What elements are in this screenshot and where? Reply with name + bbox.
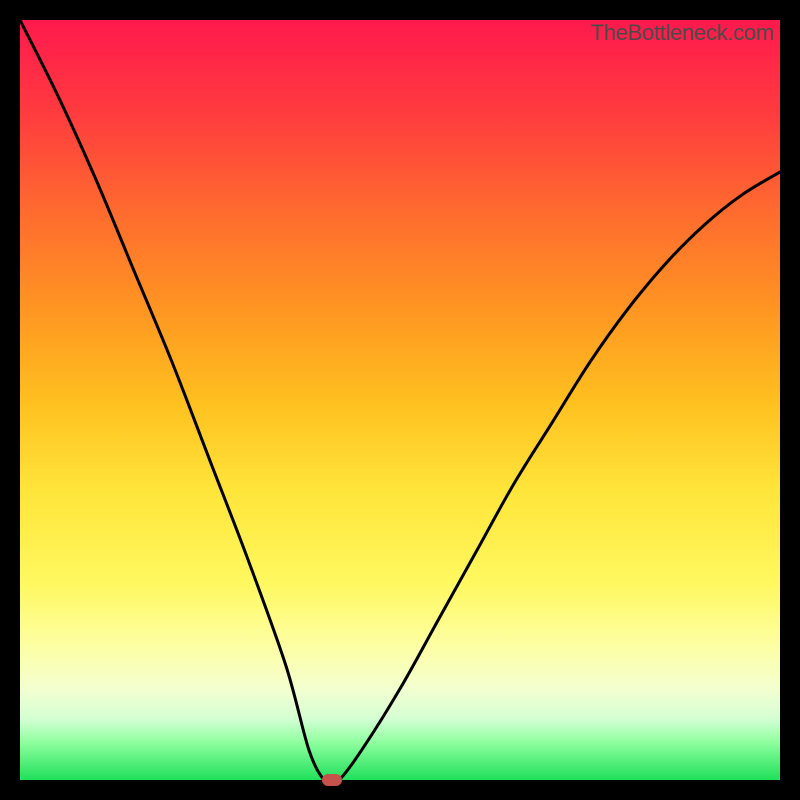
watermark-text: TheBottleneck.com xyxy=(591,20,774,46)
optimal-point-marker xyxy=(322,774,342,786)
chart-frame: TheBottleneck.com xyxy=(20,20,780,780)
bottleneck-curve xyxy=(20,20,780,780)
